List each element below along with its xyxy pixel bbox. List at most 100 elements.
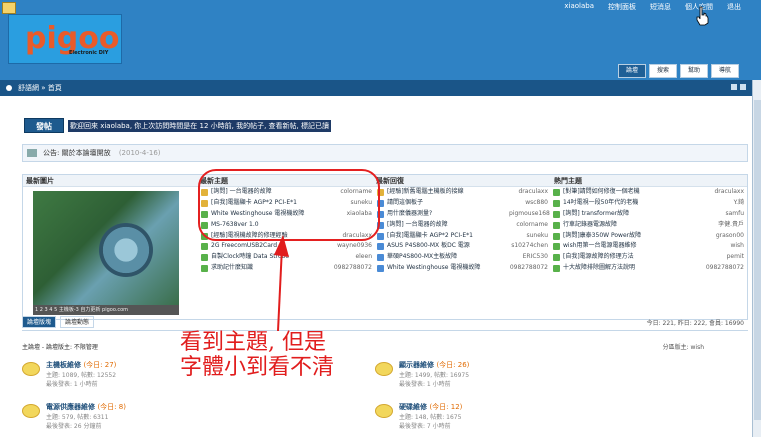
thread-row[interactable]: ASUS P4S800-MX 板DC 電源 s10274chen [375,241,551,252]
vertical-scrollbar[interactable] [752,80,761,437]
photo-fan [99,223,153,277]
grid-header-photos: 最新圖片 [26,177,54,185]
thread-author[interactable]: 李健.貴戶 [705,220,747,231]
tab-nav[interactable]: 導航 [711,64,739,78]
forum-name[interactable]: 電源供應器維修 (今日: 8) [46,402,126,412]
thread-title[interactable]: [詢問] transformer故障 [563,209,705,220]
topnav-username[interactable]: xiaolaba [562,2,596,12]
tab-forum[interactable]: 論壇 [618,64,646,78]
thread-row[interactable]: [詢問] 一台電器的故障 colorname [375,220,551,231]
forum-name[interactable]: 硬碟維修 (今日: 12) [399,402,462,412]
thread-row[interactable]: 華碩P4S800-MX主板故障 ERIC530 [375,252,551,263]
thread-row[interactable]: [詢問]康泰350W Power故障 grason00 [551,231,747,242]
thread-row[interactable]: 十大故障排除圖解方法說明 0982788072 [551,263,747,274]
topnav-control-panel[interactable]: 控制面板 [606,2,638,12]
annotation-line-1: 看到主題, 但是 [180,330,326,355]
forum-item[interactable]: 硬碟維修 (今日: 12) 主題: 148, 帖數: 1675 最後發表: 7 … [375,402,535,436]
latest-replies-list: [經驗]新舊電腦主機板的接線 draculaxx 請問這個板子 wsc880 用什麼儀器… [375,187,551,320]
minimize-icon[interactable] [731,84,737,90]
thread-title[interactable]: [詢問] 一台電器的故障 [387,220,509,231]
latest-photo[interactable] [33,191,179,305]
maximize-icon[interactable] [740,84,746,90]
breadcrumb-text[interactable]: 舒語網 » 首頁 [18,84,62,92]
hot-threads-list: [對筆]請問如何修復一個老機 draculaxx 14吋電視一段50年代的老機 Y.錡… [551,187,747,320]
thread-row[interactable]: wish用第一台電源電器維修 wish [551,241,747,252]
thread-row[interactable]: [經驗]新舊電腦主機板的接線 draculaxx [375,187,551,198]
thread-title[interactable]: 用什麼儀器測量? [387,209,509,220]
thread-row[interactable]: 請問這個板子 wsc880 [375,198,551,209]
thread-author[interactable]: eleen [333,252,375,263]
thread-row[interactable]: White Westinghouse 電視機故障 0982788072 [375,263,551,274]
thread-title[interactable]: [對筆]請問如何修復一個老機 [563,187,705,198]
thread-title[interactable]: [詢問]康泰350W Power故障 [563,231,705,242]
bottom-tabs: 論壇版塊 論壇動態 [22,316,95,328]
thread-row[interactable]: [自我]電源故障的修理方法 pemit [551,252,747,263]
tab-help[interactable]: 幫助 [680,64,708,78]
thread-author[interactable]: pigmouse168 [509,209,551,220]
thread-row[interactable]: 用什麼儀器測量? pigmouse168 [375,209,551,220]
thread-author[interactable]: wayne0936 [333,241,375,252]
thread-status-icon [377,243,384,251]
thread-author[interactable]: pemit [705,252,747,263]
thread-row[interactable]: [自我]電腦顯卡 AGP*2 PCI-E*1 suneku [375,231,551,242]
thread-author[interactable]: 0982788072 [509,263,551,274]
forum-name[interactable]: 主機板維修 (今日: 27) [46,360,116,370]
home-icon[interactable] [6,85,12,91]
scrollbar-thumb[interactable] [754,100,761,420]
forum-name[interactable]: 顯示器維修 (今日: 26) [399,360,469,370]
site-logo[interactable]: pigoo Electronic DIY [8,14,122,64]
forum-bubble-icon [22,404,40,418]
forum-meta: 主題: 148, 帖數: 1675 [399,414,462,421]
thread-author[interactable]: Y.錡 [705,198,747,209]
forum-item[interactable]: 電源供應器維修 (今日: 8) 主題: 579, 帖數: 6311 最後發表: … [22,402,182,436]
thread-row[interactable]: 行車記錄器電源故障 李健.貴戶 [551,220,747,231]
thread-title[interactable]: [自我]電腦顯卡 AGP*2 PCI-E*1 [387,231,509,242]
thread-author[interactable]: 0982788072 [333,263,375,274]
thread-row[interactable]: [對筆]請問如何修復一個老機 draculaxx [551,187,747,198]
thread-author[interactable]: draculaxx [705,187,747,198]
announcement-title[interactable]: 關於本論壇開放 [62,149,111,157]
thread-author[interactable]: suneku [509,231,551,242]
annotation-highlight [198,169,380,241]
forum-group-header[interactable]: 主論壇 - 論壇版主: 不限管理 [22,342,98,351]
thread-author[interactable]: grason00 [705,231,747,242]
thread-status-icon [553,243,560,251]
thread-title[interactable]: 行車記錄器電源故障 [563,220,705,231]
thread-author[interactable]: wish [705,241,747,252]
thread-title[interactable]: 十大故障排除圖解方法說明 [563,263,705,274]
thread-title[interactable]: 14吋電視一段50年代的老機 [563,198,705,209]
thread-author[interactable]: s10274chen [509,241,551,252]
thread-author[interactable]: wsc880 [509,198,551,209]
thread-author[interactable]: draculaxx [509,187,551,198]
thread-author[interactable]: 0982788072 [705,263,747,274]
topnav-logout[interactable]: 退出 [725,2,743,12]
thread-row[interactable]: 14吋電視一段50年代的老機 Y.錡 [551,198,747,209]
thread-title[interactable]: 請問這個板子 [387,198,509,209]
tab-forum-activity[interactable]: 論壇動態 [60,316,95,328]
new-post-button[interactable]: 發帖 [24,118,64,133]
thread-author[interactable]: ERIC530 [509,252,551,263]
tab-forum-sections[interactable]: 論壇版塊 [22,316,57,328]
thread-row[interactable]: [詢問] transformer故障 samfu [551,209,747,220]
thread-title[interactable]: [經驗]新舊電腦主機板的接線 [387,187,509,198]
forum-item[interactable]: 主機板維修 (今日: 27) 主題: 1089, 帖數: 12552 最後發表:… [22,360,182,394]
thread-title[interactable]: 華碩P4S800-MX主板故障 [387,252,509,263]
photo-caption[interactable]: 1 2 3 4 5 主機板-3 自力更新 pigoo.com [33,305,179,315]
topnav-messages[interactable]: 短消息 [648,2,673,12]
thread-status-icon [553,254,560,262]
breadcrumb: 舒語網 » 首頁 [0,80,752,96]
thread-title[interactable]: wish用第一台電源電器維修 [563,241,705,252]
edit-icon[interactable] [2,2,16,14]
thread-author[interactable]: colorname [509,220,551,231]
forum-item[interactable]: 顯示器維修 (今日: 26) 主題: 1499, 帖數: 16975 最後發表:… [375,360,535,394]
tab-search[interactable]: 搜索 [649,64,677,78]
thread-author[interactable]: samfu [705,209,747,220]
thread-title[interactable]: ASUS P4S800-MX 板DC 電源 [387,241,509,252]
forum-moderators: 分區版主: wish [662,344,704,351]
main-content: 發帖 歡迎回來 xiaolaba, 你上次訪問時間是在 12 小時前, 我的帖子… [0,96,752,437]
announcement-bar: 公告: 關於本論壇開放 (2010-4-16) [22,144,748,162]
thread-title[interactable]: White Westinghouse 電視機故障 [387,263,509,274]
forum-bubble-icon [22,362,40,376]
thread-title[interactable]: [自我]電源故障的修理方法 [563,252,705,263]
announcement-label: 公告: [43,149,60,157]
